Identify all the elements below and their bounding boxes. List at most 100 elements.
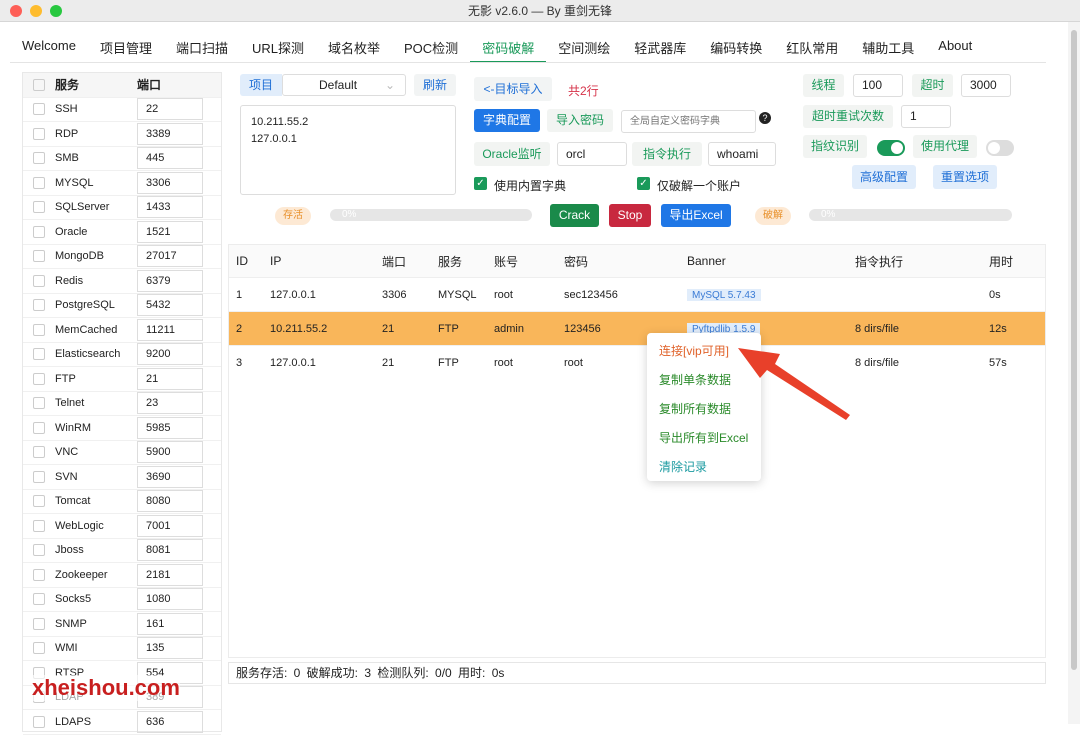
column-header-2[interactable]: 端口 [375,253,431,270]
tab-9[interactable]: 编码转换 [698,34,774,63]
service-port-input[interactable]: 636 [137,710,203,733]
column-header-1[interactable]: IP [263,254,375,268]
table-row[interactable]: 2 10.211.55.2 21 FTP admin 123456 Pyftpdlib 1.… [229,312,1045,346]
service-checkbox[interactable] [33,372,45,385]
context-menu-item[interactable]: 导出所有到Excel [647,424,761,453]
refresh-button[interactable]: 刷新 [414,74,456,96]
service-port-input[interactable]: 9200 [137,343,203,366]
help-icon[interactable]: ? [759,112,771,124]
tab-1[interactable]: 项目管理 [88,34,164,63]
service-checkbox[interactable] [33,519,45,532]
import-password-button[interactable]: 导入密码 [547,109,613,132]
threads-input[interactable]: 100 [853,74,903,97]
command-input[interactable]: whoami [708,142,776,166]
service-port-input[interactable]: 161 [137,612,203,635]
tab-11[interactable]: 辅助工具 [850,34,926,63]
advanced-config-button[interactable]: 高级配置 [852,165,916,189]
service-checkbox[interactable] [33,495,45,508]
minimize-window-button[interactable] [30,5,42,17]
service-checkbox[interactable] [33,299,45,312]
service-port-input[interactable]: 3306 [137,171,203,194]
close-window-button[interactable] [10,5,22,17]
tab-12[interactable]: About [926,34,984,63]
service-port-input[interactable]: 21 [137,367,203,390]
service-port-input[interactable]: 445 [137,147,203,170]
retry-input[interactable]: 1 [901,105,951,128]
tab-2[interactable]: 端口扫描 [164,34,240,63]
service-port-input[interactable]: 8080 [137,490,203,513]
service-checkbox[interactable] [33,201,45,214]
select-all-checkbox[interactable] [33,78,45,91]
service-port-input[interactable]: 1080 [137,588,203,611]
service-port-input[interactable]: 7001 [137,514,203,537]
fingerprint-toggle[interactable] [877,140,905,156]
service-checkbox[interactable] [33,397,45,410]
service-port-input[interactable]: 8081 [137,539,203,562]
service-port-input[interactable]: 3690 [137,465,203,488]
service-port-input[interactable]: 5432 [137,294,203,317]
service-port-input[interactable]: 5985 [137,416,203,439]
service-checkbox[interactable] [33,642,45,655]
window-scrollbar[interactable] [1068,22,1080,724]
service-port-input[interactable]: 27017 [137,245,203,268]
column-header-0[interactable]: ID [229,254,263,268]
service-checkbox[interactable] [33,617,45,630]
service-checkbox[interactable] [33,470,45,483]
service-port-input[interactable]: 23 [137,392,203,415]
service-port-input[interactable]: 2181 [137,563,203,586]
service-checkbox[interactable] [33,127,45,140]
service-checkbox[interactable] [33,715,45,728]
context-menu-item[interactable]: 清除记录 [647,453,761,482]
column-header-4[interactable]: 账号 [487,253,557,270]
oracle-listener-input[interactable]: orcl [557,142,627,166]
service-port-input[interactable]: 6379 [137,269,203,292]
service-port-input[interactable]: 3389 [137,122,203,145]
timeout-input[interactable]: 3000 [961,74,1011,97]
reset-options-button[interactable]: 重置选项 [933,165,997,189]
service-checkbox[interactable] [33,274,45,287]
builtin-dict-checkbox[interactable]: ✓ [474,177,487,190]
targets-textarea[interactable]: 10.211.55.2 127.0.0.1 [240,105,456,195]
tab-5[interactable]: POC检测 [392,34,470,63]
dict-config-button[interactable]: 字典配置 [474,109,540,132]
column-header-6[interactable]: Banner [680,254,848,268]
proxy-toggle[interactable] [986,140,1014,156]
column-header-5[interactable]: 密码 [557,253,680,270]
tab-3[interactable]: URL探测 [240,34,316,63]
export-excel-button[interactable]: 导出Excel [661,204,731,227]
service-checkbox[interactable] [33,544,45,557]
service-checkbox[interactable] [33,225,45,238]
service-checkbox[interactable] [33,176,45,189]
stop-button[interactable]: Stop [609,204,651,227]
service-port-input[interactable]: 22 [137,98,203,121]
project-select[interactable]: Default ⌄ [282,74,406,96]
tab-8[interactable]: 轻武器库 [622,34,698,63]
service-checkbox[interactable] [33,446,45,459]
service-checkbox[interactable] [33,152,45,165]
tab-4[interactable]: 域名枚举 [316,34,392,63]
import-target-button[interactable]: <-目标导入 [474,77,552,101]
tab-6[interactable]: 密码破解 [470,34,547,63]
table-row[interactable]: 3 127.0.0.1 21 FTP root root 8 dirs/file 57s [229,346,1045,380]
service-port-input[interactable]: 11211 [137,318,203,341]
crack-button[interactable]: Crack [550,204,599,227]
column-header-3[interactable]: 服务 [431,253,487,270]
service-port-input[interactable]: 1433 [137,196,203,219]
tab-10[interactable]: 红队常用 [774,34,850,63]
service-checkbox[interactable] [33,250,45,263]
column-header-8[interactable]: 用时 [982,253,1032,270]
service-port-input[interactable]: 1521 [137,220,203,243]
service-checkbox[interactable] [33,593,45,606]
tab-7[interactable]: 空间测绘 [546,34,622,63]
service-checkbox[interactable] [33,568,45,581]
service-port-input[interactable]: 5900 [137,441,203,464]
service-checkbox[interactable] [33,421,45,434]
dict-path-input[interactable] [621,110,756,133]
service-checkbox[interactable] [33,103,45,116]
tab-0[interactable]: Welcome [10,34,88,63]
service-port-input[interactable]: 135 [137,637,203,660]
service-checkbox[interactable] [33,323,45,336]
table-row[interactable]: 1 127.0.0.1 3306 MYSQL root sec123456 MySQL 5.… [229,278,1045,312]
zoom-window-button[interactable] [50,5,62,17]
only-one-account-checkbox[interactable]: ✓ [637,177,650,190]
